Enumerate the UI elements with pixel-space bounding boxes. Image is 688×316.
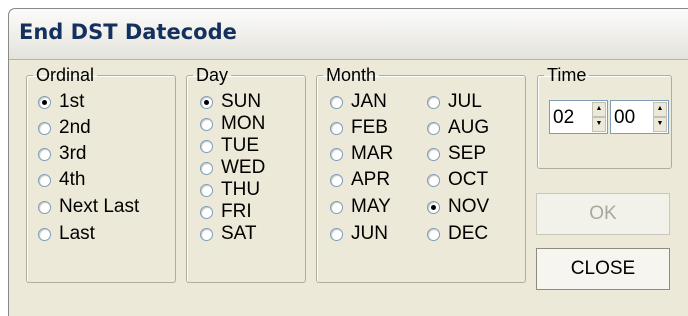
minute-value[interactable]: 00 <box>614 107 635 129</box>
radio-icon[interactable] <box>427 121 440 135</box>
radio-label: JUN <box>351 223 388 244</box>
radio-label: 4th <box>59 169 86 190</box>
radio-icon[interactable] <box>330 173 343 187</box>
day-radio-thu[interactable]: THU <box>200 178 260 202</box>
day-radio-tue[interactable]: TUE <box>200 134 259 158</box>
radio-label: MON <box>221 113 266 134</box>
radio-label: MAY <box>351 196 391 217</box>
radio-label: MAR <box>351 143 394 164</box>
radio-label: 2nd <box>59 117 91 138</box>
radio-label: THU <box>221 179 261 200</box>
radio-label: SAT <box>221 223 257 244</box>
radio-icon[interactable] <box>427 227 440 241</box>
radio-label: 1st <box>59 91 85 112</box>
title-bar[interactable]: End DST Datecode <box>9 9 688 60</box>
radio-icon[interactable] <box>330 200 343 214</box>
radio-icon[interactable] <box>38 121 51 135</box>
dialog-title: End DST Datecode <box>19 20 237 44</box>
radio-icon[interactable] <box>427 173 440 187</box>
radio-icon[interactable] <box>427 147 440 161</box>
month-radio-nov[interactable]: NOV <box>427 195 489 219</box>
radio-label: JAN <box>351 91 387 112</box>
ok-button[interactable]: OK <box>536 193 670 235</box>
month-radio-mar[interactable]: MAR <box>330 142 393 166</box>
hour-value[interactable]: 02 <box>553 107 574 129</box>
radio-label: 3rd <box>59 143 87 164</box>
radio-icon[interactable] <box>200 205 213 219</box>
radio-label: Next Last <box>59 196 140 217</box>
radio-label: AUG <box>448 117 490 138</box>
radio-label: SUN <box>221 91 262 112</box>
radio-label: JUL <box>448 91 482 112</box>
ordinal-label: Ordinal <box>36 65 95 85</box>
ordinal-radio-3rd[interactable]: 3rd <box>38 142 86 166</box>
radio-icon[interactable] <box>427 95 440 109</box>
month-radio-may[interactable]: MAY <box>330 195 391 219</box>
radio-icon[interactable] <box>330 95 343 109</box>
day-radio-sun[interactable]: SUN <box>200 90 261 114</box>
radio-icon[interactable] <box>38 173 51 187</box>
month-radio-feb[interactable]: FEB <box>330 116 388 140</box>
radio-icon[interactable] <box>200 183 213 197</box>
radio-icon[interactable] <box>330 227 343 241</box>
hour-up-arrow-icon[interactable]: ▲ <box>592 102 606 117</box>
month-radio-aug[interactable]: AUG <box>427 116 489 140</box>
radio-label: FEB <box>351 117 388 138</box>
ordinal-radio-4th[interactable]: 4th <box>38 168 85 192</box>
radio-selected-icon[interactable] <box>38 95 51 109</box>
close-button[interactable]: CLOSE <box>536 248 670 290</box>
ordinal-radio-1st[interactable]: 1st <box>38 90 84 114</box>
radio-label: DEC <box>448 223 489 244</box>
radio-label: Last <box>59 223 95 244</box>
ordinal-radio-2nd[interactable]: 2nd <box>38 116 91 140</box>
radio-icon[interactable] <box>38 227 51 241</box>
radio-icon[interactable] <box>38 147 51 161</box>
radio-label: APR <box>351 169 391 190</box>
radio-label: TUE <box>221 135 259 156</box>
radio-icon[interactable] <box>330 147 343 161</box>
time-label: Time <box>547 65 587 85</box>
radio-label: SEP <box>448 143 487 164</box>
radio-label: NOV <box>448 196 490 217</box>
ordinal-radio-last[interactable]: Last <box>38 222 95 246</box>
day-radio-sat[interactable]: SAT <box>200 222 257 246</box>
minute-down-arrow-icon[interactable]: ▼ <box>653 117 667 132</box>
radio-icon[interactable] <box>200 139 213 153</box>
month-radio-sep[interactable]: SEP <box>427 142 486 166</box>
radio-selected-icon[interactable] <box>427 200 440 214</box>
ordinal-radio-next-last[interactable]: Next Last <box>38 195 139 219</box>
minute-spinner[interactable]: 00 ▲ ▼ <box>610 100 669 134</box>
day-radio-wed[interactable]: WED <box>200 156 265 180</box>
radio-label: FRI <box>221 201 252 222</box>
month-radio-apr[interactable]: APR <box>330 168 390 192</box>
month-radio-jul[interactable]: JUL <box>427 90 482 114</box>
day-label: Day <box>196 65 229 85</box>
minute-up-arrow-icon[interactable]: ▲ <box>653 102 667 117</box>
month-radio-jan[interactable]: JAN <box>330 90 387 114</box>
month-radio-jun[interactable]: JUN <box>330 222 388 246</box>
month-radio-oct[interactable]: OCT <box>427 168 488 192</box>
radio-icon[interactable] <box>200 227 213 241</box>
hour-spinner[interactable]: 02 ▲ ▼ <box>549 100 608 134</box>
radio-label: OCT <box>448 169 489 190</box>
radio-selected-icon[interactable] <box>200 95 213 109</box>
radio-icon[interactable] <box>200 161 213 175</box>
month-label: Month <box>326 65 377 85</box>
radio-icon[interactable] <box>330 121 343 135</box>
hour-down-arrow-icon[interactable]: ▼ <box>592 117 606 132</box>
day-radio-mon[interactable]: MON <box>200 112 265 136</box>
radio-label: WED <box>221 157 266 178</box>
radio-icon[interactable] <box>38 200 51 214</box>
month-radio-dec[interactable]: DEC <box>427 222 488 246</box>
day-radio-fri[interactable]: FRI <box>200 200 252 224</box>
radio-icon[interactable] <box>200 117 213 131</box>
